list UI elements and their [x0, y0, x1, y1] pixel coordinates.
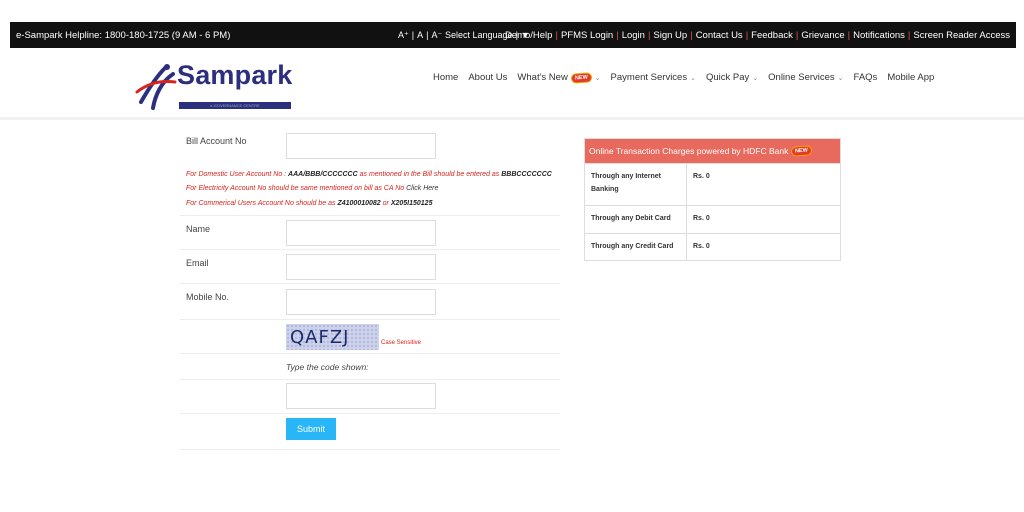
name-input[interactable] [286, 220, 436, 246]
submit-button[interactable]: Submit [286, 418, 336, 440]
top-link-pfms-login[interactable]: PFMS Login [561, 30, 613, 41]
top-link-grievance[interactable]: Grievance [801, 30, 844, 41]
new-badge-icon: NEW [570, 71, 592, 84]
charges-amount: Rs. 0 [693, 215, 710, 222]
nav-item-faqs[interactable]: FAQs [854, 72, 878, 83]
font-size-controls: A⁺ | A | A⁻ [398, 29, 443, 41]
charges-header: Online Transaction Charges powered by HD… [585, 139, 840, 163]
email-row: Email [180, 250, 560, 284]
nav-item-mobile-app[interactable]: Mobile App [887, 72, 934, 83]
nav-item-whats-new[interactable]: What's New NEW ⌄ [517, 71, 601, 84]
electricity-account-hint: For Electricity Account No should be sam… [186, 185, 439, 192]
charges-row: Through any Credit Card Rs. 0 [585, 233, 840, 260]
top-link-contact-us[interactable]: Contact Us [696, 30, 743, 41]
email-label: Email [186, 258, 209, 268]
nav-item-quick-pay[interactable]: Quick Pay ⌄ [706, 72, 758, 83]
email-input[interactable] [286, 254, 436, 280]
mobile-input[interactable] [286, 289, 436, 315]
charges-amount: Rs. 0 [693, 243, 710, 250]
captcha-row: QAFZJ Case Sensitive [180, 320, 560, 354]
logo-wordmark: Sampark [177, 60, 293, 90]
click-here-link[interactable]: Click Here [406, 185, 438, 192]
top-link-feedback[interactable]: Feedback [751, 30, 793, 41]
charges-method: Through any Debit Card [585, 206, 687, 233]
type-code-row: Type the code shown: [180, 354, 560, 380]
captcha-input[interactable] [286, 383, 436, 409]
language-select-label: Select Language [445, 30, 513, 40]
nav-item-online-services[interactable]: Online Services ⌄ [768, 72, 843, 83]
charges-row: Through any Internet Banking Rs. 0 [585, 163, 840, 205]
name-row: Name [180, 216, 560, 250]
mobile-label: Mobile No. [186, 292, 230, 302]
charges-amount: Rs. 0 [693, 173, 710, 180]
site-header: Sampark e-GOVERNANCE CENTRE Home About U… [0, 48, 1024, 120]
bill-account-row: Bill Account No For Domestic User Accoun… [180, 128, 560, 216]
top-links: Demo/Help | PFMS Login | Login | Sign Up | C… [504, 29, 1010, 41]
bill-account-input[interactable] [286, 133, 436, 159]
type-code-label: Type the code shown: [286, 362, 369, 372]
top-link-login[interactable]: Login [622, 30, 645, 41]
transaction-charges-table: Online Transaction Charges powered by HD… [584, 138, 841, 261]
helpline-text: e-Sampark Helpline: 1800-180-1725 (9 AM … [16, 29, 231, 41]
charges-method: Through any Credit Card [585, 234, 687, 260]
logo-tagline: e-GOVERNANCE CENTRE [179, 102, 291, 109]
top-utility-bar: e-Sampark Helpline: 1800-180-1725 (9 AM … [10, 22, 1016, 48]
chevron-down-icon: ⌄ [690, 74, 696, 82]
sampark-figure-icon [135, 64, 177, 110]
commercial-account-hint: For Commerical Users Account No should b… [186, 200, 433, 207]
top-link-sign-up[interactable]: Sign Up [653, 30, 687, 41]
captcha-image: QAFZJ [286, 324, 379, 350]
sampark-logo[interactable]: Sampark e-GOVERNANCE CENTRE [135, 58, 295, 114]
font-size-increase-button[interactable]: A⁺ [398, 30, 409, 41]
nav-item-payment-services[interactable]: Payment Services ⌄ [611, 72, 696, 83]
submit-row: Submit [180, 414, 560, 450]
new-badge-icon: NEW [791, 145, 813, 157]
top-link-screen-reader[interactable]: Screen Reader Access [913, 30, 1010, 41]
captcha-text: QAFZJ [290, 327, 350, 348]
case-sensitive-note: Case Sensitive [381, 340, 422, 346]
nav-item-home[interactable]: Home [433, 72, 458, 83]
charges-method: Through any Internet Banking [585, 164, 687, 205]
nav-item-about-us[interactable]: About Us [468, 72, 507, 83]
captcha-input-row [180, 380, 560, 414]
top-link-notifications[interactable]: Notifications [853, 30, 905, 41]
main-navigation: Home About Us What's New NEW ⌄ Payment S… [433, 71, 934, 84]
chevron-down-icon: ⌄ [752, 74, 759, 82]
top-link-demo-help[interactable]: Demo/Help [505, 30, 553, 41]
charges-title: Online Transaction Charges powered by HD… [589, 146, 789, 156]
domestic-account-hint: For Domestic User Account No : AAA/BBB/C… [186, 171, 552, 178]
bill-account-label: Bill Account No [186, 136, 247, 146]
name-label: Name [186, 224, 211, 234]
chevron-down-icon: ⌄ [837, 74, 844, 82]
mobile-row: Mobile No. [180, 284, 560, 320]
font-size-normal-button[interactable]: A [417, 30, 423, 41]
font-size-decrease-button[interactable]: A⁻ [431, 30, 442, 41]
chevron-down-icon: ⌄ [594, 74, 601, 82]
charges-row: Through any Debit Card Rs. 0 [585, 205, 840, 233]
